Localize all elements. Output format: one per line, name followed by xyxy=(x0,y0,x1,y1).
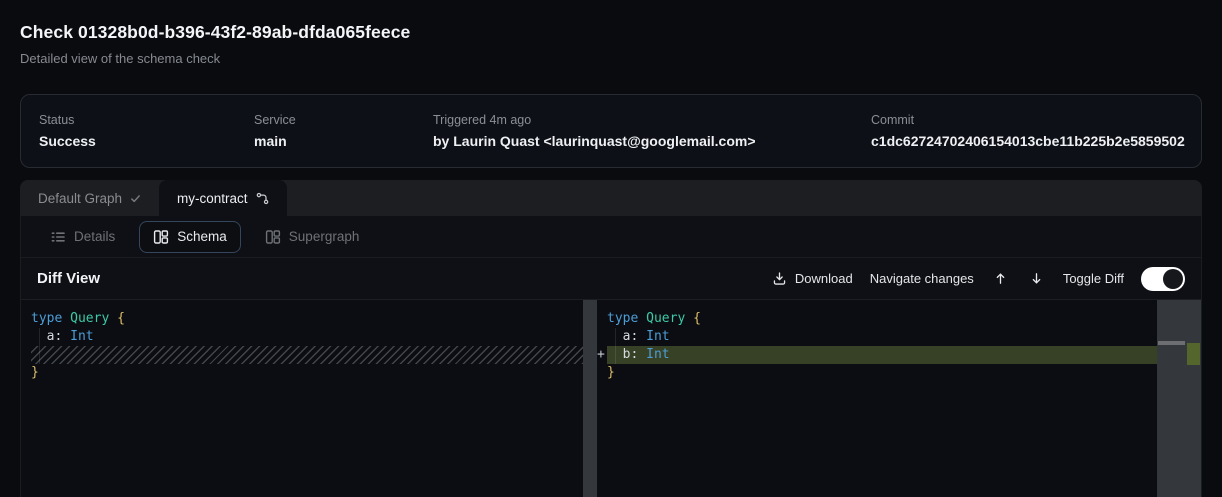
schema-check-page: Check 01328b0d-b396-43f2-89ab-dfda065fee… xyxy=(0,0,1222,497)
graph-tab-my-contract[interactable]: my-contract xyxy=(159,180,287,216)
check-detail-panel: Details Schema Supergraph Diff View xyxy=(20,216,1202,497)
view-tab-bar: Details Schema Supergraph xyxy=(21,216,1201,258)
panels-icon xyxy=(153,229,169,245)
diff-toolbar: Diff View Download Navigate changes xyxy=(21,258,1201,300)
page-title: Check 01328b0d-b396-43f2-89ab-dfda065fee… xyxy=(20,19,1202,45)
right-scrollbar[interactable] xyxy=(1157,300,1201,497)
meta-service: Service main xyxy=(254,112,433,150)
code-line: } xyxy=(597,364,1157,382)
check-detail-section: Default Graph my-contract Details xyxy=(20,180,1202,497)
service-label: Service xyxy=(254,112,433,128)
tab-schema[interactable]: Schema xyxy=(139,221,241,253)
status-label: Status xyxy=(39,112,254,128)
graph-tab-label: my-contract xyxy=(177,191,248,206)
diff-added-line: + b: Int xyxy=(597,346,1157,364)
modified-schema-code: type Query { a: Int+ b: Int} xyxy=(597,300,1201,497)
page-subtitle: Detailed view of the schema check xyxy=(20,50,1202,67)
commit-value: c1dc62724702406154013cbe11b225b2e5859502 xyxy=(871,132,1185,150)
download-button[interactable]: Download xyxy=(772,271,853,286)
tab-details[interactable]: Details xyxy=(36,221,129,253)
tab-label: Details xyxy=(74,229,115,244)
list-icon xyxy=(50,229,66,245)
meta-commit: Commit c1dc62724702406154013cbe11b225b2e… xyxy=(871,112,1185,150)
download-icon xyxy=(772,271,787,286)
tab-label: Schema xyxy=(177,229,227,244)
previous-change-button[interactable] xyxy=(991,269,1010,288)
arrow-down-icon xyxy=(1029,271,1044,286)
commit-label: Commit xyxy=(871,112,1185,128)
download-label: Download xyxy=(795,271,853,286)
indent-guide xyxy=(39,328,40,364)
original-schema-code: type Query { a: Int} xyxy=(21,300,597,497)
indent-guide xyxy=(615,328,616,364)
tab-label: Supergraph xyxy=(289,229,360,244)
triggered-value: by Laurin Quast <laurinquast@googlemail.… xyxy=(433,132,871,150)
page-header: Check 01328b0d-b396-43f2-89ab-dfda065fee… xyxy=(0,0,1222,67)
route-icon xyxy=(256,192,269,205)
code-line: type Query { xyxy=(597,310,1157,328)
code-line: a: Int xyxy=(597,328,1157,346)
scrollbar-slider[interactable] xyxy=(1158,341,1185,345)
status-value: Success xyxy=(39,132,254,150)
left-scrollbar[interactable] xyxy=(583,300,597,497)
graph-tab-default-graph[interactable]: Default Graph xyxy=(20,180,159,216)
diff-pane-original: type Query { a: Int} xyxy=(21,300,597,497)
added-change-marker xyxy=(1187,343,1200,365)
check-meta-card: Status Success Service main Triggered 4m… xyxy=(20,94,1202,168)
arrow-up-icon xyxy=(993,271,1008,286)
diff-view-title: Diff View xyxy=(37,270,100,287)
meta-triggered: Triggered 4m ago by Laurin Quast <laurin… xyxy=(433,112,871,150)
check-icon xyxy=(130,193,141,204)
tab-supergraph[interactable]: Supergraph xyxy=(251,221,374,253)
diff-filler-line xyxy=(31,346,583,364)
triggered-label: Triggered 4m ago xyxy=(433,112,871,128)
code-line: } xyxy=(31,364,583,382)
graph-tab-label: Default Graph xyxy=(38,191,122,206)
diff-line-gutter: + xyxy=(597,346,607,364)
service-value: main xyxy=(254,132,433,150)
switch-knob xyxy=(1163,269,1183,289)
diff-pane-modified: type Query { a: Int+ b: Int} xyxy=(597,300,1201,497)
code-line: a: Int xyxy=(31,328,583,346)
graph-tab-strip: Default Graph my-contract xyxy=(20,180,1202,216)
navigate-changes-label: Navigate changes xyxy=(870,271,974,286)
toggle-diff-label: Toggle Diff xyxy=(1063,271,1124,286)
schema-diff-editor: type Query { a: Int} type Query { a: Int… xyxy=(21,300,1201,497)
next-change-button[interactable] xyxy=(1027,269,1046,288)
panels-icon xyxy=(265,229,281,245)
code-line: type Query { xyxy=(31,310,583,328)
diff-toolbar-actions: Download Navigate changes Toggle Diff xyxy=(772,267,1185,291)
toggle-diff-switch[interactable] xyxy=(1141,267,1185,291)
meta-status: Status Success xyxy=(39,112,254,150)
